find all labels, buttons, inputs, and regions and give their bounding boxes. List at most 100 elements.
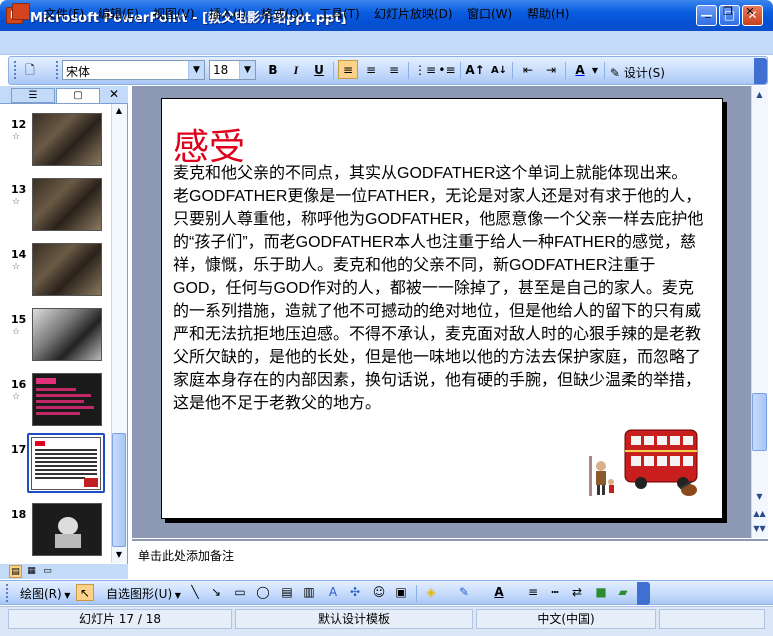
slide-scrollbar[interactable] [751,86,768,538]
menu-file[interactable]: 文件(F) [44,5,84,22]
draw-menu-button[interactable]: 绘图(R) ▼ [20,585,70,602]
menu-format[interactable]: 格式(O) [261,5,304,22]
toolbar-separator [333,62,334,79]
scrollbar-thumb[interactable] [112,433,126,547]
wordart-icon[interactable]: A [324,584,342,601]
scroll-down-icon[interactable]: ▼ [112,548,126,562]
diagram-icon[interactable]: ✣ [346,584,364,601]
text-box-icon[interactable]: ▤ [278,584,296,601]
scroll-down-icon[interactable]: ▼ [752,489,767,504]
design-label: 设计(S) [623,66,665,80]
menu-window[interactable]: 窗口(W) [467,5,512,22]
rectangle-icon[interactable]: ▭ [231,584,249,601]
double-decker-bus-image[interactable] [587,426,701,500]
scrollbar-thumb[interactable] [752,393,767,451]
oval-icon[interactable]: ◯ [254,584,272,601]
numbered-list-icon[interactable]: ⋮≡ [414,61,436,80]
tab-slides[interactable]: ▢ [56,88,100,103]
slide-thumbnail[interactable] [32,243,102,296]
slide-thumbnail[interactable] [32,503,102,556]
toolbar-grip[interactable] [6,584,9,602]
autoshapes-label: 自选图形(U) [106,587,173,601]
status-design-template[interactable]: 默认设计模板 [235,609,473,629]
next-slide-icon[interactable]: ▼▼ [752,521,767,536]
chevron-down-icon[interactable]: ▼ [188,61,204,79]
decrease-font-size-icon[interactable]: A↓ [489,61,509,80]
slide-sorter-view-icon[interactable]: ▦ [25,565,38,578]
arrow-style-icon[interactable]: ⇄ [568,584,586,601]
toolbar-separator [604,62,605,79]
chevron-down-icon[interactable]: ▼ [239,61,255,79]
menu-tools[interactable]: 工具(T) [319,5,360,22]
slide-number: 15 [11,313,27,326]
normal-view-icon[interactable]: ▤ [9,565,22,578]
toolbar-grip[interactable] [56,61,59,79]
bold-button[interactable]: B [263,61,283,80]
align-left-icon[interactable]: ≡ [338,60,358,79]
slide-thumbnail-selected[interactable] [31,437,101,490]
underline-button[interactable]: U [309,61,329,80]
autoshapes-menu-button[interactable]: 自选图形(U) ▼ [106,585,181,602]
shadow-style-icon[interactable]: ■ [592,584,610,601]
outline-icon: ☰ [28,90,38,101]
arrow-icon[interactable]: ↘ [207,584,225,601]
status-language: 中文(中国) [476,609,656,629]
tab-outline[interactable]: ☰ [11,88,55,103]
document-icon[interactable] [12,3,30,20]
slide-thumbnail[interactable] [32,373,102,426]
toolbar-options-icon[interactable] [754,58,767,84]
menu-view[interactable]: 视图(V) [153,5,195,22]
fill-color-icon[interactable]: ◈ [422,584,440,601]
line-icon[interactable]: ╲ [186,584,204,601]
slide-number: 18 [11,508,27,521]
3d-style-icon[interactable]: ▰ [614,584,632,601]
slide-thumbnail[interactable] [32,178,102,231]
picture-icon[interactable]: ▣ [392,584,410,601]
line-color-icon[interactable]: ✎ [455,584,473,601]
slide-thumbnail[interactable] [32,308,102,361]
slide-thumbnail[interactable] [32,113,102,166]
font-color-button[interactable]: A [570,61,590,80]
status-empty-cell [659,609,765,629]
clip-art-icon[interactable]: ☺ [370,584,388,601]
line-style-icon[interactable]: ≡ [524,584,542,601]
select-objects-icon[interactable]: ↖ [76,584,94,601]
menu-insert[interactable]: 插入(I) [209,5,246,22]
toolbar-options-icon[interactable] [637,582,650,605]
toolbar-separator [565,62,566,79]
decrease-indent-icon[interactable]: ⇤ [518,61,538,80]
menu-edit[interactable]: 编辑(E) [98,5,139,22]
pane-close-icon[interactable]: ✕ [107,86,121,102]
document-restore-button[interactable]: ❐ [719,4,737,20]
document-minimize-button[interactable]: _ [699,4,717,20]
vertical-text-box-icon[interactable]: ▥ [300,584,318,601]
increase-font-size-icon[interactable]: A↑ [465,61,485,80]
bulleted-list-icon[interactable]: •≡ [437,61,457,80]
previous-slide-icon[interactable]: ▲▲ [752,506,767,521]
font-size-select[interactable]: 18 ▼ [209,60,256,80]
align-center-icon[interactable]: ≡ [361,61,381,80]
scroll-up-icon[interactable]: ▲ [112,104,126,118]
font-name-select[interactable]: 宋体 ▼ [62,60,205,80]
document-close-button[interactable]: ✕ [741,4,759,20]
align-right-icon[interactable]: ≡ [384,61,404,80]
text-color-icon[interactable]: A [490,584,508,601]
chevron-down-icon[interactable]: ▼ [590,61,600,80]
new-document-icon[interactable]: 🗋 [20,61,40,80]
slides-icon: ▢ [73,90,83,101]
slide-number: 12 [11,118,27,131]
italic-button[interactable]: I [286,61,306,80]
font-name-value: 宋体 [66,65,91,79]
menu-slideshow[interactable]: 幻灯片放映(D) [374,5,453,22]
slide-body-text[interactable]: 麦克和他父亲的不同点，其实从GODFATHER这个单词上就能体现出来。 老GOD… [173,162,704,415]
dash-style-icon[interactable]: ┅ [546,584,564,601]
toolbar-grip[interactable] [14,61,17,79]
slideshow-view-icon[interactable]: ▭ [41,565,54,578]
menu-help[interactable]: 帮助(H) [527,5,569,22]
scroll-up-icon[interactable]: ▲ [752,87,767,102]
increase-indent-icon[interactable]: ⇥ [541,61,561,80]
design-button[interactable]: ✎ 设计(S) [610,64,665,81]
notes-placeholder[interactable]: 单击此处添加备注 [138,547,234,564]
thumbnail-pattern [55,517,81,548]
toolbar-separator [460,62,461,79]
